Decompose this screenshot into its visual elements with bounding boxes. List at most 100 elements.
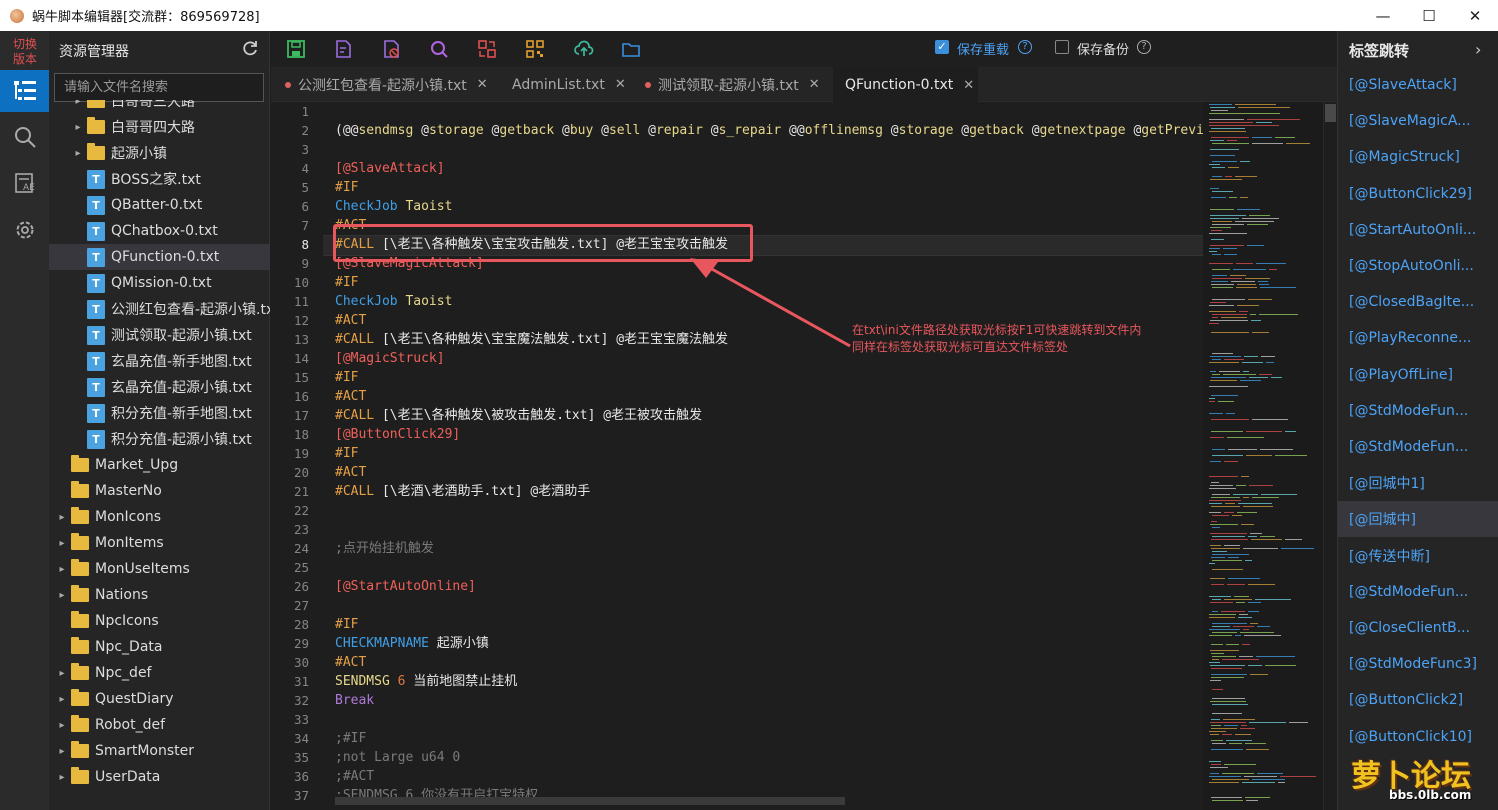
bookmark-item[interactable]: [@回城中1] (1338, 465, 1498, 501)
qr-icon[interactable] (525, 39, 545, 59)
bookmark-item[interactable]: [@StopAutoOnli... (1338, 248, 1498, 284)
code-line[interactable]: [@MagicStruck] (335, 349, 445, 368)
minimap[interactable] (1203, 102, 1323, 810)
close-icon[interactable]: ✕ (963, 78, 974, 93)
chevron-right-icon[interactable]: ▸ (57, 720, 67, 731)
code-line[interactable]: #CALL [\老酒\老酒助手.txt] @老酒助手 (335, 482, 590, 501)
tab-公测红包查看[interactable]: 公测红包查看-起源小镇.txt ✕ (285, 67, 488, 102)
tree-file[interactable]: T 积分充值-起源小镇.txt (49, 426, 270, 452)
chevron-right-icon[interactable]: ▸ (57, 746, 67, 757)
code-editor[interactable]: 1 2 3 4 5 6 7 8 9 10 11 12 13 14 15 16 17 18 19 20 21 22 23 24 2… (271, 102, 1337, 810)
tree-file[interactable]: T 积分充值-新手地图.txt (49, 400, 270, 426)
tree-file[interactable]: T BOSS之家.txt (49, 166, 270, 192)
bookmark-item[interactable]: [@StdModeFun... (1338, 393, 1498, 429)
code-line[interactable]: CheckJob Taoist (335, 197, 452, 216)
font-icon[interactable]: AE (0, 162, 49, 204)
bookmark-item[interactable]: [@StdModeFun... (1338, 574, 1498, 610)
backup-checkbox[interactable] (1055, 40, 1069, 54)
scrollbar-thumb[interactable] (1325, 104, 1336, 122)
bookmark-item[interactable]: [@回城中] (1338, 501, 1498, 538)
chevron-right-icon[interactable]: ▸ (57, 564, 67, 575)
maximize-button[interactable]: ☐ (1406, 0, 1452, 31)
search-icon[interactable] (0, 116, 49, 158)
tree-folder[interactable]: ▸ 白哥哥四大路 (49, 114, 270, 140)
tab-adminlist[interactable]: AdminList.txt ✕ (512, 67, 626, 102)
chevron-right-icon[interactable]: ▸ (57, 772, 67, 783)
tree-folder[interactable]: ▸ Nations (49, 582, 270, 608)
close-file-icon[interactable] (381, 39, 401, 59)
tree-folder[interactable]: Npc_Data (49, 634, 270, 660)
bookmark-item[interactable]: [@MagicStruck] (1338, 139, 1498, 175)
vertical-scrollbar[interactable] (1323, 102, 1337, 810)
chevron-right-icon[interactable]: ▸ (73, 122, 83, 133)
code-line[interactable]: #IF (335, 444, 358, 463)
code-line[interactable]: CHECKMAPNAME 起源小镇 (335, 634, 489, 653)
bookmark-item[interactable]: [@PlayOffLine] (1338, 357, 1498, 393)
tree-folder[interactable]: ▸ UserData (49, 764, 270, 790)
reload-label[interactable]: 保存重载 (957, 39, 1009, 58)
convert-icon[interactable] (477, 39, 497, 59)
tree-folder[interactable]: ▸ QuestDiary (49, 686, 270, 712)
chevron-right-icon[interactable]: ▸ (73, 100, 83, 107)
tree-file[interactable]: T QFunction-0.txt (49, 244, 270, 270)
close-icon[interactable]: ✕ (809, 77, 820, 92)
code-line[interactable]: [@StartAutoOnline] (335, 577, 476, 596)
bookmark-item[interactable]: [@StdModeFunc3] (1338, 646, 1498, 682)
bookmark-item[interactable]: [@ButtonClick29] (1338, 176, 1498, 212)
tree-file[interactable]: T QBatter-0.txt (49, 192, 270, 218)
tree-folder[interactable]: ▸ MonItems (49, 530, 270, 556)
code-line[interactable]: #CALL [\老王\各种触发\被攻击触发.txt] @老王被攻击触发 (335, 406, 702, 425)
chevron-right-icon[interactable]: ▸ (57, 694, 67, 705)
close-icon[interactable]: ✕ (477, 77, 488, 92)
tab-测试领取[interactable]: 测试领取-起源小镇.txt ✕ (645, 67, 820, 102)
close-icon[interactable]: ✕ (615, 77, 626, 92)
explorer-icon[interactable] (0, 70, 49, 112)
tree-file[interactable]: T 玄晶充值-起源小镇.txt (49, 374, 270, 400)
code-line[interactable]: #IF (335, 273, 358, 292)
bookmark-item[interactable]: [@CloseClientB... (1338, 610, 1498, 646)
code-line[interactable]: #IF (335, 368, 358, 387)
save-icon[interactable] (286, 39, 306, 59)
tree-file[interactable]: T QChatbox-0.txt (49, 218, 270, 244)
file-search-input[interactable] (54, 73, 264, 102)
tree-file[interactable]: T QMission-0.txt (49, 270, 270, 296)
chevron-right-icon[interactable]: ▸ (57, 590, 67, 601)
bookmark-item[interactable]: [@传送中断] (1338, 538, 1498, 574)
code-line[interactable]: ;#ACT (335, 767, 374, 786)
tree-folder[interactable]: ▸ MonIcons (49, 504, 270, 530)
code-area[interactable]: (@@sendmsg @storage @getback @buy @sell … (335, 102, 1203, 810)
code-line[interactable]: #CALL [\老王\各种触发\宝宝魔法触发.txt] @老王宝宝魔法触发 (335, 330, 728, 349)
tree-folder[interactable]: ▸ 白哥哥三大路 (49, 100, 270, 114)
chevron-right-icon[interactable]: › (1475, 40, 1481, 59)
code-line[interactable]: (@@sendmsg @storage @getback @buy @sell … (335, 121, 1203, 140)
tree-file[interactable]: T 测试领取-起源小镇.txt (49, 322, 270, 348)
backup-label[interactable]: 保存备份 (1077, 39, 1129, 58)
code-line[interactable]: Break (335, 691, 374, 710)
bookmark-item[interactable]: [@StartAutoOnli... (1338, 212, 1498, 248)
chevron-right-icon[interactable]: ▸ (57, 538, 67, 549)
tree-folder[interactable]: ▸ Robot_def (49, 712, 270, 738)
chevron-right-icon[interactable]: ▸ (57, 512, 67, 523)
bookmark-item[interactable]: [@ClosedBagIte... (1338, 284, 1498, 320)
code-line[interactable]: #ACT (335, 463, 366, 482)
bookmark-item[interactable]: [@SlaveAttack] (1338, 67, 1498, 103)
switch-version-button[interactable]: 切换 版本 (6, 37, 44, 67)
refresh-icon[interactable] (241, 39, 259, 61)
code-line[interactable]: [@ButtonClick29] (335, 425, 460, 444)
tree-folder[interactable]: ▸ MonUseItems (49, 556, 270, 582)
code-line[interactable]: #ACT (335, 311, 366, 330)
close-button[interactable]: ✕ (1452, 0, 1498, 31)
bookmark-item[interactable]: [@ButtonClick2] (1338, 682, 1498, 718)
upload-icon[interactable] (574, 39, 594, 59)
bookmark-item[interactable]: [@SlaveMagicA... (1338, 103, 1498, 139)
code-line[interactable]: CheckJob Taoist (335, 292, 452, 311)
chevron-right-icon[interactable]: ▸ (73, 148, 83, 159)
code-line[interactable]: ;点开始挂机触发 (335, 539, 434, 558)
tree-folder[interactable]: ▸ 起源小镇 (49, 140, 270, 166)
tree-folder[interactable]: ▸ Npc_def (49, 660, 270, 686)
bookmark-item[interactable]: [@PlayReconne... (1338, 320, 1498, 356)
code-line[interactable]: ;#IF (335, 729, 366, 748)
tree-file[interactable]: T 公测红包查看-起源小镇.txt (49, 296, 270, 322)
code-line[interactable]: [@SlaveAttack] (335, 159, 445, 178)
bookmark-item[interactable]: [@StdModeFun... (1338, 429, 1498, 465)
